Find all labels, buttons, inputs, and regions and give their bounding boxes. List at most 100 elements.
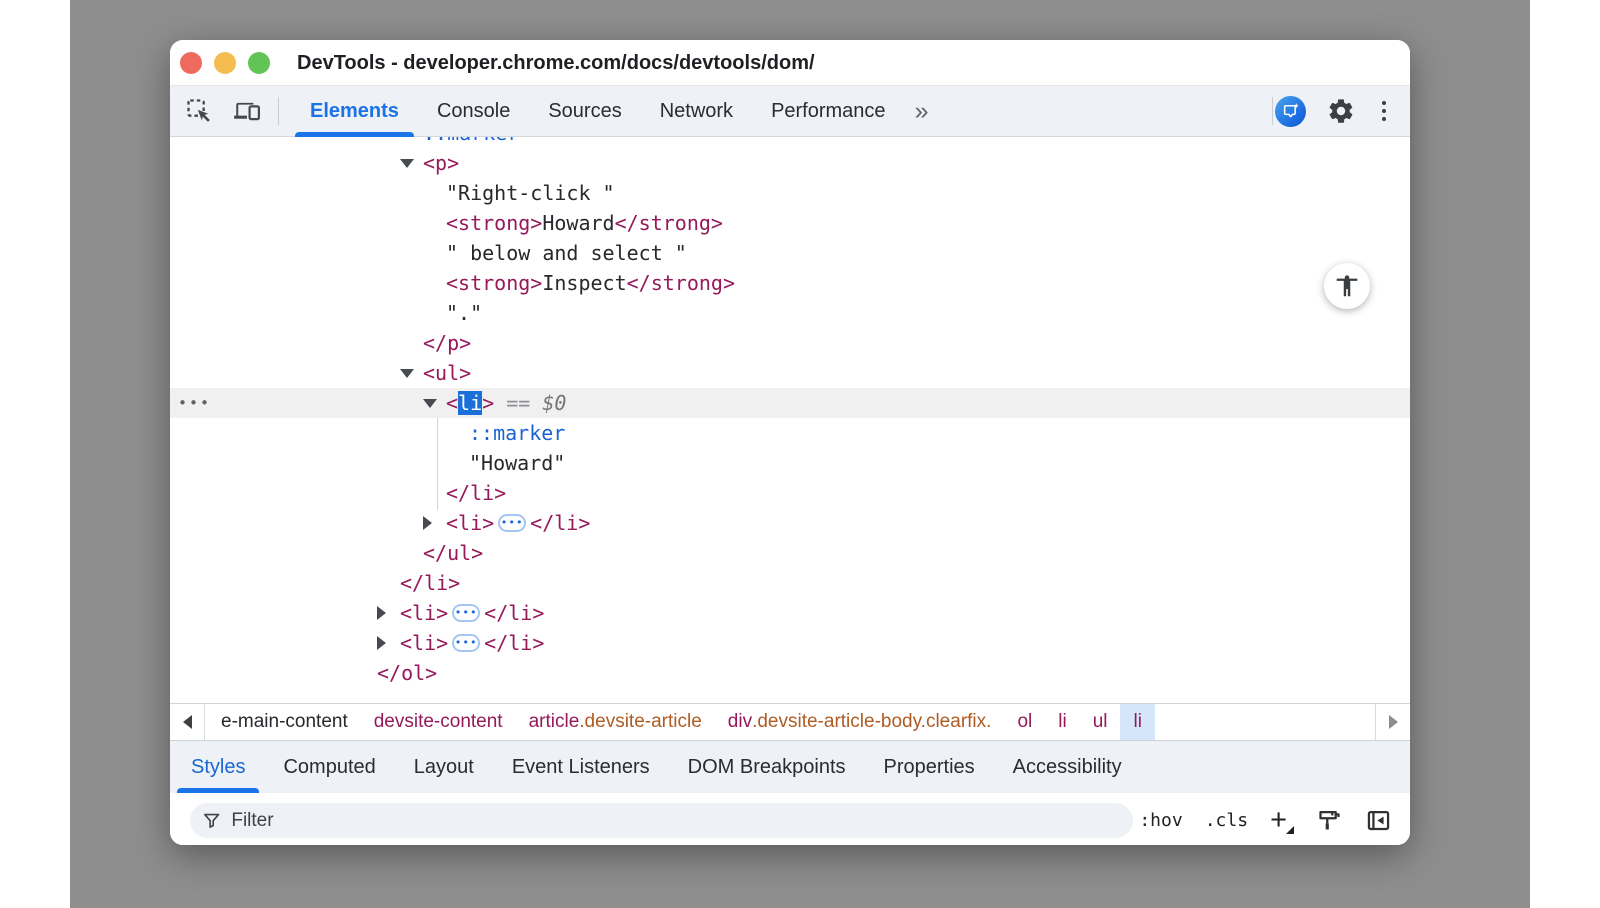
expand-arrow-right-icon[interactable]: [377, 636, 386, 650]
breadcrumb-item[interactable]: e-main-content: [208, 704, 361, 740]
panel-tab-dom-breakpoints[interactable]: DOM Breakpoints: [669, 741, 865, 793]
filter-input[interactable]: [231, 810, 1121, 832]
dock-side-icon[interactable]: [1365, 807, 1392, 834]
zoom-window-button[interactable]: [248, 52, 270, 74]
panel-tab-styles[interactable]: Styles: [172, 741, 264, 793]
inspect-cursor-icon[interactable]: [184, 96, 214, 126]
kebab-menu-icon[interactable]: [1376, 99, 1392, 123]
crumb-token-plain: e-main-content: [221, 711, 348, 733]
crumb-token-tag: div: [728, 711, 752, 733]
breadcrumb-scroll-right-button[interactable]: [1375, 704, 1410, 740]
tab-performance[interactable]: Performance: [752, 86, 905, 137]
ellipsis-expand-icon[interactable]: •••: [498, 514, 526, 532]
crumb-token-tag: ol: [1017, 711, 1032, 733]
dom-tree-row[interactable]: <li>•••</li>: [170, 508, 1410, 538]
toggle-element-classes-button[interactable]: .cls: [1205, 810, 1248, 831]
panel-tab-computed[interactable]: Computed: [264, 741, 394, 793]
breadcrumb-item[interactable]: devsite-content: [361, 704, 516, 740]
settings-gear-icon[interactable]: [1326, 96, 1356, 126]
dom-tree-rows: ::marker<p>"Right-click "<strong>Howard<…: [170, 137, 1410, 688]
close-window-button[interactable]: [180, 52, 202, 74]
row-overflow-dots-icon[interactable]: •••: [178, 388, 211, 418]
dom-tree-row[interactable]: <strong>Inspect</strong>: [170, 268, 1410, 298]
panel-tab-event-listeners[interactable]: Event Listeners: [493, 741, 669, 793]
tree-token-op: ==: [494, 391, 542, 415]
tree-child-guide-line: [437, 418, 438, 510]
tree-token-tag: </li>: [446, 481, 506, 505]
dom-tree-row[interactable]: <strong>Howard</strong>: [170, 208, 1410, 238]
tree-token-tag: </li>: [484, 601, 544, 625]
ellipsis-expand-icon[interactable]: •••: [452, 604, 480, 622]
breadcrumb-item[interactable]: article.devsite-article: [516, 704, 715, 740]
dom-tree-row[interactable]: <p>: [170, 148, 1410, 178]
tree-token-tag: <ul>: [423, 361, 471, 385]
tab-network[interactable]: Network: [641, 86, 752, 137]
dom-tree-row[interactable]: "Howard": [170, 448, 1410, 478]
tree-token-tag: </p>: [423, 331, 471, 355]
ellipsis-expand-icon[interactable]: •••: [452, 634, 480, 652]
panel-tab-layout[interactable]: Layout: [395, 741, 493, 793]
tree-token-text: Inspect: [542, 271, 626, 295]
dom-tree-row[interactable]: " below and select ": [170, 238, 1410, 268]
tree-token-text: " below and select ": [446, 241, 687, 265]
dom-tree-row[interactable]: </li>: [170, 478, 1410, 508]
filter-funnel-icon: [202, 811, 221, 831]
breadcrumb-item[interactable]: div.devsite-article-body.clearfix.: [715, 704, 1005, 740]
panel-tab-accessibility[interactable]: Accessibility: [994, 741, 1141, 793]
crumb-token-cls: .devsite-article-body.clearfix.: [752, 711, 991, 733]
ai-assistant-icon[interactable]: [1275, 96, 1306, 127]
filter-field[interactable]: [190, 803, 1133, 838]
tree-token-tag: </strong>: [627, 271, 735, 295]
styles-panel-tabbar: StylesComputedLayoutEvent ListenersDOM B…: [170, 740, 1410, 793]
dom-tree-row[interactable]: <ul>: [170, 358, 1410, 388]
expand-arrow-down-icon[interactable]: [400, 159, 414, 168]
tree-token-text: ".": [446, 301, 482, 325]
minimize-window-button[interactable]: [214, 52, 236, 74]
devtools-toolbar: ElementsConsoleSourcesNetworkPerformance…: [170, 86, 1410, 137]
rendering-brush-icon[interactable]: [1316, 807, 1343, 834]
tab-console[interactable]: Console: [418, 86, 529, 137]
expand-arrow-right-icon[interactable]: [423, 516, 432, 530]
dom-tree-row[interactable]: </ol>: [170, 658, 1410, 688]
breadcrumb-item[interactable]: ol: [1004, 704, 1045, 740]
new-style-rule-plus-icon[interactable]: +: [1270, 806, 1294, 835]
more-tabs-chevron-icon[interactable]: »: [905, 97, 937, 126]
expand-arrow-down-icon[interactable]: [423, 399, 437, 408]
toggle-hover-state-button[interactable]: :hov: [1139, 810, 1182, 831]
device-toolbar-icon[interactable]: [232, 96, 262, 126]
crumb-token-tag: devsite-content: [374, 711, 503, 733]
dom-tree-row[interactable]: </li>: [170, 568, 1410, 598]
tree-token-tag: <p>: [423, 151, 459, 175]
breadcrumb-item[interactable]: li: [1045, 704, 1079, 740]
toolbar-divider: [278, 97, 279, 125]
dom-tree-row[interactable]: </p>: [170, 328, 1410, 358]
expand-arrow-right-icon[interactable]: [377, 606, 386, 620]
breadcrumb-scroll-left-button[interactable]: [170, 704, 205, 740]
breadcrumb-item-selected[interactable]: li: [1120, 704, 1154, 740]
dom-tree-row[interactable]: ::marker: [170, 137, 1410, 148]
dom-tree-row[interactable]: "Right-click ": [170, 178, 1410, 208]
dom-tree-row[interactable]: <li>•••</li>: [170, 628, 1410, 658]
dom-tree-row[interactable]: ".": [170, 298, 1410, 328]
breadcrumb-bar: e-main-contentdevsite-contentarticle.dev…: [170, 703, 1410, 740]
tab-elements[interactable]: Elements: [291, 86, 418, 137]
accessibility-widget-button[interactable]: [1324, 263, 1370, 309]
dom-tree-panel: ::marker<p>"Right-click "<strong>Howard<…: [170, 137, 1410, 703]
crumb-token-tag: article: [529, 711, 580, 733]
dom-tree-row[interactable]: ::marker: [170, 418, 1410, 448]
crumb-token-tag: li: [1133, 711, 1141, 733]
tree-token-tag: </li>: [400, 571, 460, 595]
panel-tab-properties[interactable]: Properties: [865, 741, 994, 793]
tree-token-tag: </li>: [484, 631, 544, 655]
dom-tree-row-selected[interactable]: •••<li> == $0: [170, 388, 1410, 418]
crumb-token-tag: li: [1058, 711, 1066, 733]
tree-token-tag: <li>: [400, 631, 448, 655]
breadcrumb-item[interactable]: ul: [1080, 704, 1121, 740]
dom-tree-row[interactable]: <li>•••</li>: [170, 598, 1410, 628]
tree-token-text: "Howard": [469, 451, 565, 475]
tree-token-tag: </li>: [530, 511, 590, 535]
dom-tree-row[interactable]: </ul>: [170, 538, 1410, 568]
expand-arrow-down-icon[interactable]: [400, 369, 414, 378]
tree-token-pseudo: ::marker: [423, 137, 519, 145]
tab-sources[interactable]: Sources: [529, 86, 640, 137]
